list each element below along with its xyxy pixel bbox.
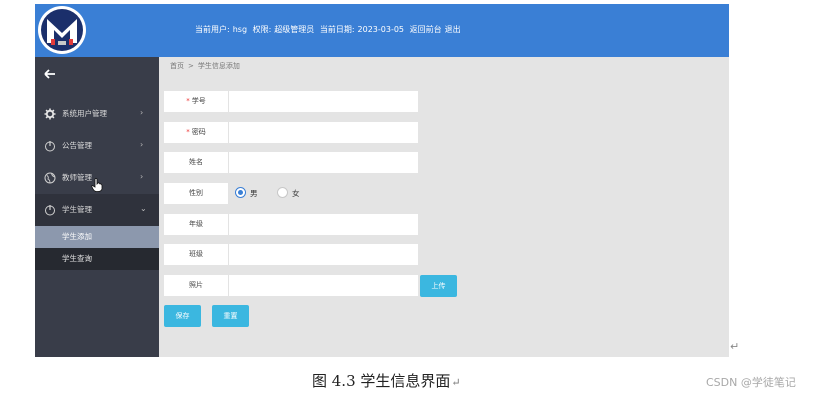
student-no-input[interactable] <box>229 91 416 112</box>
form-row-photo: 照片 <box>164 275 418 296</box>
header-info: 当前用户: hsg 权限: 超级管理员 当前日期: 2023-03-05 返回前台 退出 <box>195 22 464 38</box>
breadcrumb-current: 学生信息添加 <box>197 62 240 70</box>
power-icon <box>45 205 55 216</box>
gender-option-female-label: 女 <box>292 189 300 198</box>
save-button[interactable]: 保存 <box>164 305 201 327</box>
required-mark: * <box>186 128 190 136</box>
figure-caption: 图 4.3 学生信息界面↵ <box>312 371 461 393</box>
globe-icon <box>44 172 56 184</box>
form-row-password: * 密码 <box>164 122 418 143</box>
current-user-label: 当前用户: <box>195 25 230 34</box>
student-no-label-text: 学号 <box>191 97 206 105</box>
hand-cursor-icon <box>91 178 103 192</box>
chevron-right-icon: › <box>140 172 144 181</box>
gender-radio-female[interactable] <box>277 187 288 198</box>
breadcrumb-separator: > <box>188 62 194 70</box>
sidebar: 系统用户管理 › 公告管理 › 教师管理 › 学生管理 ⌄ 学生添加 学生查询 <box>35 57 159 357</box>
power-icon <box>45 141 55 152</box>
student-no-label: * 学号 <box>164 91 229 112</box>
upload-button[interactable]: 上传 <box>420 275 457 297</box>
chevron-right-icon: › <box>140 140 144 149</box>
form-row-grade: 年级 <box>164 214 418 235</box>
photo-label: 照片 <box>164 275 229 296</box>
sidebar-subitem-label: 学生查询 <box>62 254 92 263</box>
photo-input[interactable] <box>229 275 416 296</box>
logout-link[interactable]: 退出 <box>445 25 461 34</box>
breadcrumb-home-link[interactable]: 首页 <box>170 62 184 70</box>
sidebar-item-announcements[interactable]: 公告管理 › <box>35 130 159 162</box>
reset-button[interactable]: 重置 <box>212 305 249 327</box>
caption-return-mark: ↵ <box>451 376 461 389</box>
name-label: 姓名 <box>164 152 229 173</box>
form-row-gender: 性别 <box>164 183 229 204</box>
name-input[interactable] <box>229 152 416 173</box>
arrow-left-icon[interactable] <box>43 67 59 81</box>
back-to-front-link[interactable]: 返回前台 <box>410 25 442 34</box>
sidebar-item-label: 系统用户管理 <box>62 109 107 118</box>
gender-label: 性别 <box>164 183 229 204</box>
breadcrumb: 首页 > 学生信息添加 <box>170 61 240 71</box>
required-mark: * <box>186 97 190 105</box>
sidebar-subitem-add-student[interactable]: 学生添加 <box>35 226 159 248</box>
gender-radio-male[interactable] <box>235 187 246 198</box>
sidebar-item-system-users[interactable]: 系统用户管理 › <box>35 98 159 130</box>
sidebar-item-label: 教师管理 <box>62 173 92 182</box>
class-label: 班级 <box>164 244 229 265</box>
form-row-student-no: * 学号 <box>164 91 418 112</box>
logo-icon <box>38 6 86 54</box>
sidebar-item-label: 学生管理 <box>62 205 92 214</box>
date-label: 当前日期: <box>319 25 355 34</box>
grade-input[interactable] <box>229 214 416 235</box>
form-row-name: 姓名 <box>164 152 418 173</box>
grade-label: 年级 <box>164 214 229 235</box>
sidebar-subitem-query-student[interactable]: 学生查询 <box>35 248 159 270</box>
role-value: 超级管理员 <box>274 25 315 34</box>
chevron-right-icon: › <box>140 108 144 117</box>
sidebar-item-students[interactable]: 学生管理 ⌄ <box>35 194 159 226</box>
top-header-bar: 当前用户: hsg 权限: 超级管理员 当前日期: 2023-03-05 返回前台 退出 <box>35 4 729 57</box>
gender-option-male-label: 男 <box>250 189 258 198</box>
password-label: * 密码 <box>164 122 229 143</box>
password-label-text: 密码 <box>191 128 206 136</box>
role-label: 权限: <box>252 25 272 34</box>
current-user-value: hsg <box>232 25 248 34</box>
figure-caption-text: 图 4.3 学生信息界面 <box>312 372 451 390</box>
sidebar-subitem-label: 学生添加 <box>62 232 92 241</box>
class-input[interactable] <box>229 244 416 265</box>
password-input[interactable] <box>229 122 416 143</box>
csdn-watermark: CSDN @学徒笔记 <box>706 376 796 389</box>
date-value: 2023-03-05 <box>357 25 405 34</box>
form-row-class: 班级 <box>164 244 418 265</box>
gear-icon <box>44 108 56 120</box>
admin-app-window: 当前用户: hsg 权限: 超级管理员 当前日期: 2023-03-05 返回前台 退出… <box>35 4 729 357</box>
chevron-down-icon: ⌄ <box>140 204 147 213</box>
return-mark: ↵ <box>730 340 740 353</box>
sidebar-item-label: 公告管理 <box>62 141 92 150</box>
